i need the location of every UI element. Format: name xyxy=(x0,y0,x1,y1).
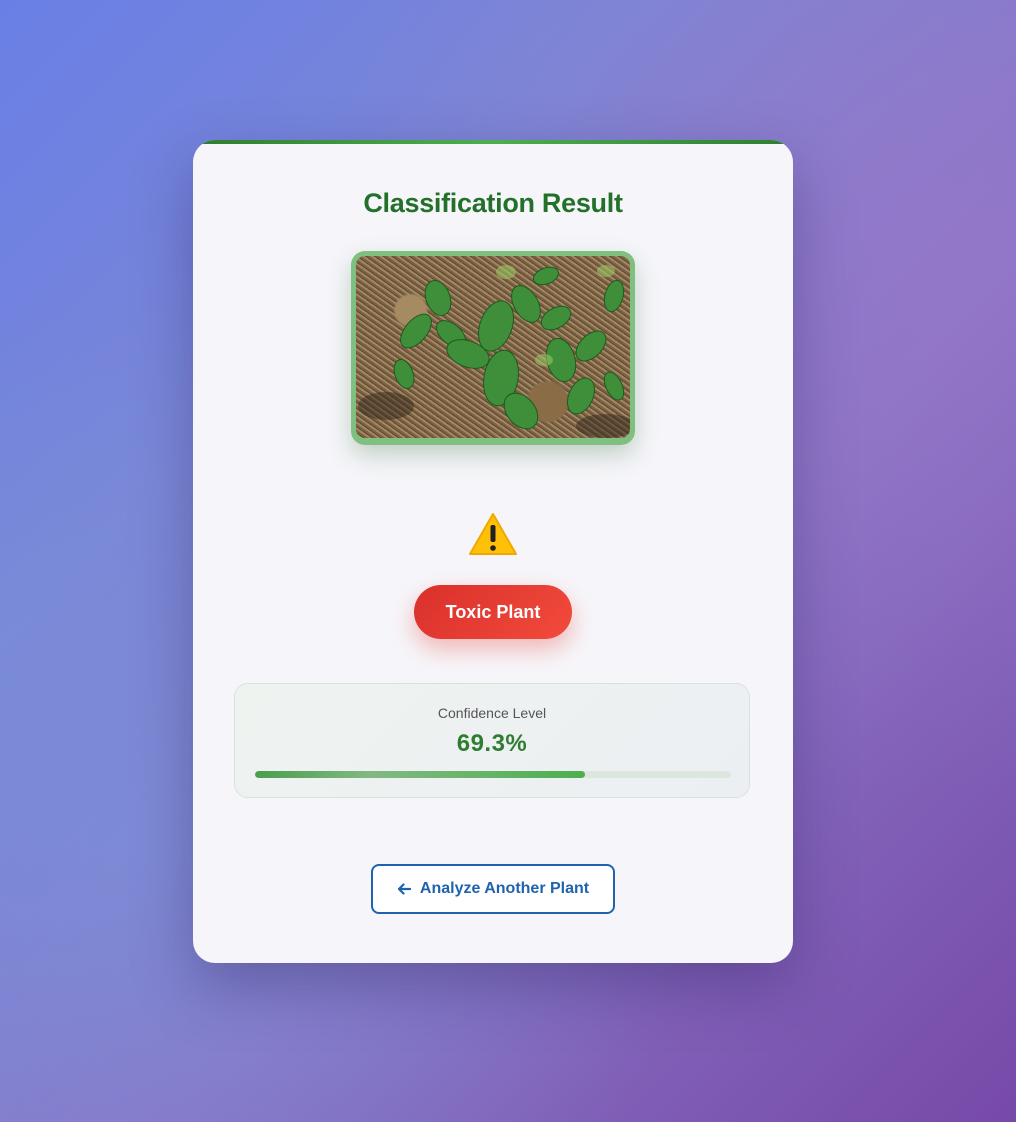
confidence-label: Confidence Level xyxy=(437,705,547,721)
confidence-bar-fill xyxy=(255,771,585,778)
page-title: Classification Result xyxy=(363,188,623,218)
analyze-another-label: Analyze Another Plant xyxy=(419,880,590,897)
confidence-panel: Confidence Level 69.3% xyxy=(234,683,750,798)
warning-icon xyxy=(193,512,793,560)
card-accent-bar xyxy=(193,140,793,144)
plant-image xyxy=(356,256,630,438)
analyze-another-button[interactable]: Analyze Another Plant xyxy=(371,864,615,914)
arrow-left-icon xyxy=(397,882,411,896)
plant-image-frame xyxy=(351,251,635,445)
result-card: Classification Result Toxic Plant Confid… xyxy=(193,140,793,963)
confidence-value: 69.3% xyxy=(456,730,528,757)
toxicity-badge: Toxic Plant xyxy=(414,585,572,639)
confidence-bar-track xyxy=(255,771,731,778)
